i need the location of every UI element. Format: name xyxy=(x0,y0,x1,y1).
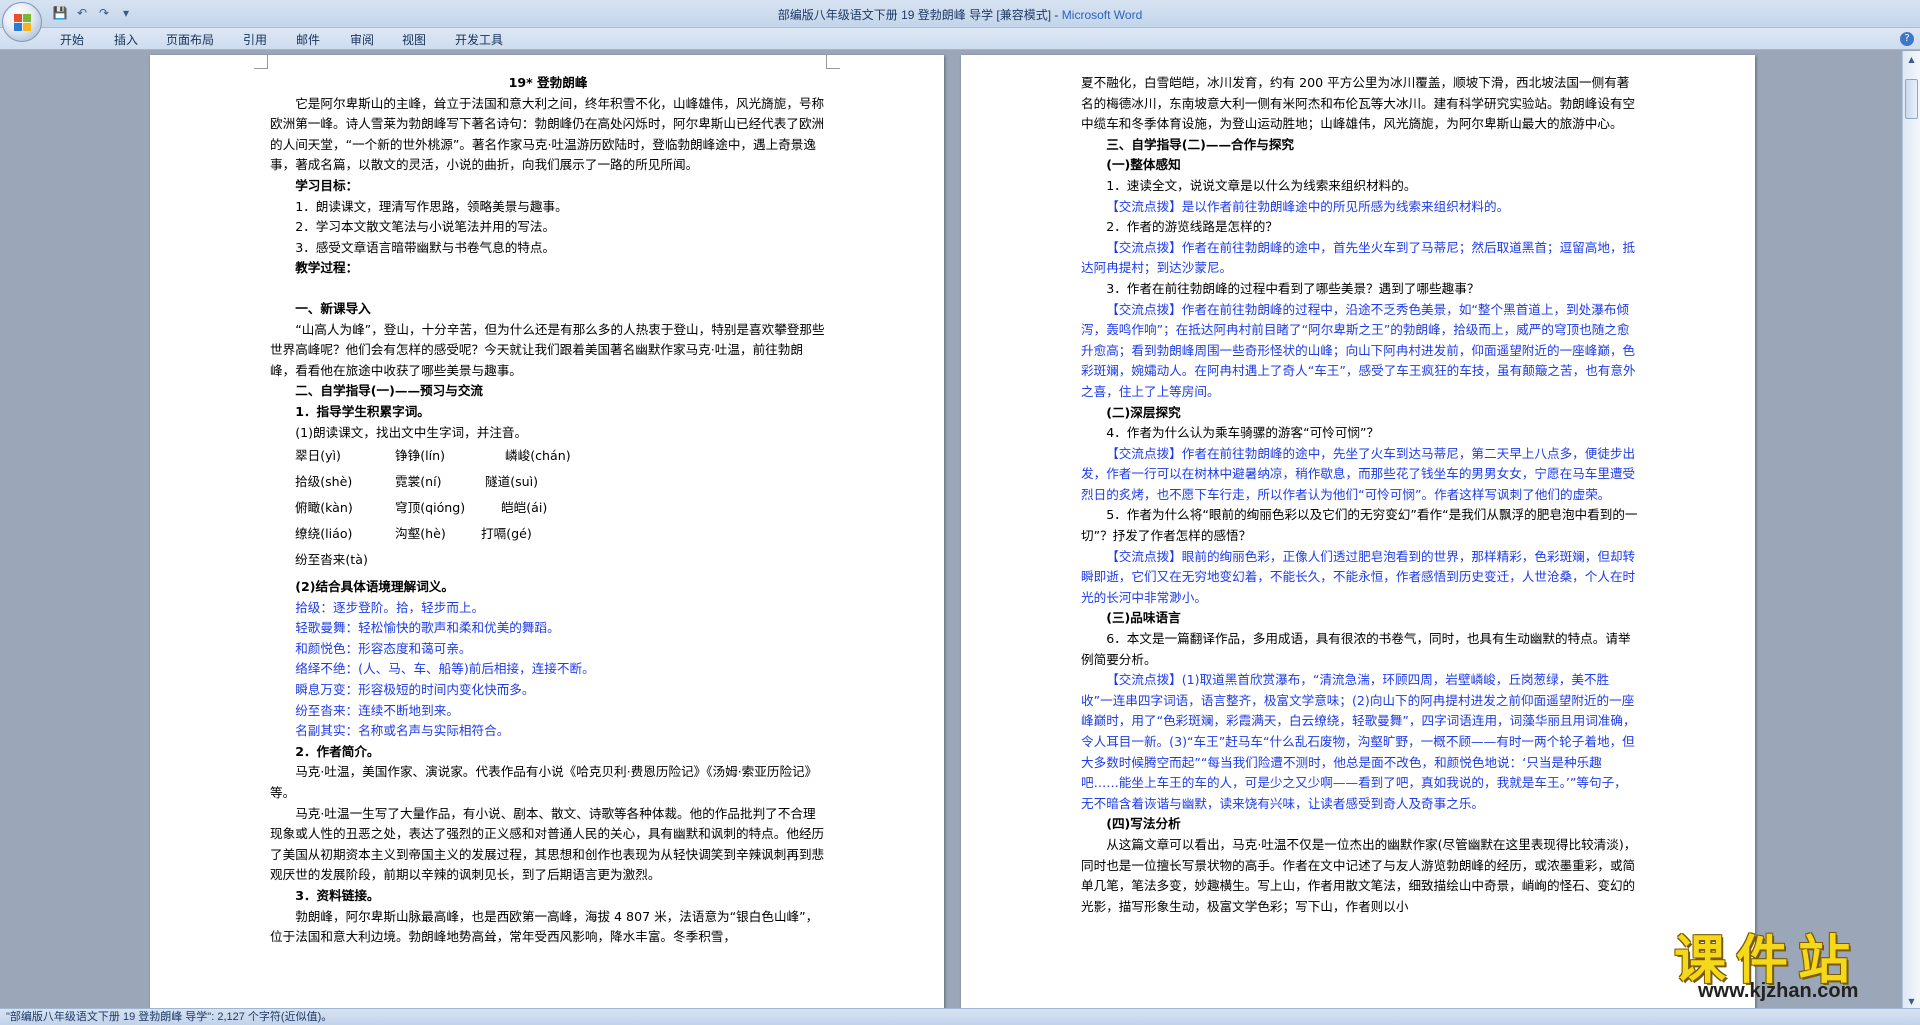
tab-developer[interactable]: 开发工具 xyxy=(455,31,503,48)
page-left[interactable]: 19* 登勃朗峰 它是阿尔卑斯山的主峰，耸立于法国和意大利之间，终年积雪不化，山… xyxy=(150,55,944,1011)
goal-item: 2．学习本文散文笔法与小说笔法并用的写法。 xyxy=(295,219,556,235)
pinyin-word: 皑皑(ái) xyxy=(501,500,548,516)
question: 5．作者为什么将“眼前的绚丽色彩以及它们的无穷变幻”看作“是我们从飘浮的肥皂泡中… xyxy=(1081,507,1638,544)
question: 6．本文是一篇翻译作品，多用成语，具有很浓的书卷气，同时，也具有生动幽默的特点。… xyxy=(1081,631,1631,667)
page-content: 夏不融化，白雪皑皑，冰川发育，约有 200 平方公里为冰川覆盖，顺坡下滑，西北坡… xyxy=(1081,73,1638,917)
pinyin-row: 纷至沓来(tà) xyxy=(270,547,826,573)
scrollbar-thumb[interactable] xyxy=(1905,79,1918,119)
author-paragraph: 马克·吐温一生写了大量作品，有小说、剧本、散文、诗歌等各种体裁。他的作品批判了不… xyxy=(270,805,825,883)
tab-view[interactable]: 视图 xyxy=(402,31,426,48)
pinyin-row: 缭绕(liáo) 沟壑(hè) 打嗝(gé) xyxy=(270,521,826,547)
pinyin-word: 沟壑(hè) xyxy=(395,526,446,542)
pinyin-word: 隧道(suì) xyxy=(485,474,539,490)
subsection-intro: (1)朗读课文，找出文中生字词，并注音。 xyxy=(295,424,528,440)
intro-paragraph: 它是阿尔卑斯山的主峰，耸立于法国和意大利之间，终年积雪不化，山峰雄伟，风光旖旎，… xyxy=(270,95,825,173)
part-heading: (四)写法分析 xyxy=(1106,816,1181,832)
pinyin-row: 拾级(shè) 霓裳(ní) 隧道(suì) xyxy=(270,469,826,495)
answer: 【交流点拨】(1)取道黑首欣赏瀑布，“清流急湍，环顾四周，岩壁嶙峻，丘岗葱绿，美… xyxy=(1081,672,1636,811)
lesson-title: 19* 登勃朗峰 xyxy=(508,75,588,90)
subsection-heading: (2)结合具体语境理解词义。 xyxy=(295,579,454,595)
process-heading: 教学过程： xyxy=(295,260,359,276)
tab-references[interactable]: 引用 xyxy=(243,31,267,48)
office-logo-icon xyxy=(14,14,32,32)
question: 3．作者在前往勃朗峰的过程中看到了哪些美景？遇到了哪些趣事？ xyxy=(1106,280,1480,296)
part-heading: (三)品味语言 xyxy=(1106,610,1181,626)
scroll-up-icon[interactable]: ▲ xyxy=(1905,53,1918,67)
answer: 【交流点拨】作者在前往勃朗峰的途中，先坐了火车到达马蒂尼，第二天早上八点多，便徒… xyxy=(1081,445,1636,502)
crop-mark xyxy=(826,55,840,69)
tab-page-layout[interactable]: 页面布局 xyxy=(166,31,214,48)
watermark-url: www.kjzhan.com xyxy=(1698,980,1859,1002)
part-heading: (二)深层探究 xyxy=(1106,404,1181,420)
word-count-status[interactable]: "部编版八年级语文下册 19 登勃朗峰 导学": 2,127 个字符(近似值)。 xyxy=(6,1011,332,1023)
tab-mailings[interactable]: 邮件 xyxy=(296,31,320,48)
subsection-heading: 2．作者简介。 xyxy=(295,743,380,759)
office-button[interactable] xyxy=(2,2,42,42)
author-paragraph: 马克·吐温，美国作家、演说家。代表作品有小说《哈克贝利·费恩历险记》《汤姆·索亚… xyxy=(270,764,818,801)
subsection-heading: 1．指导学生积累字词。 xyxy=(295,403,430,419)
title-bar: 💾 ↶ ↷ ▾ 部编版八年级语文下册 19 登勃朗峰 导学 [兼容模式] - M… xyxy=(0,0,1920,28)
pinyin-word: 纷至沓来(tà) xyxy=(295,552,368,568)
vocab-item: 络绎不绝：(人、马、车、船等)前后相接，连接不断。 xyxy=(295,661,595,677)
pinyin-word: 铮铮(lín) xyxy=(395,448,445,464)
question: 4．作者为什么认为乘车骑骡的游客“可怜可悯”？ xyxy=(1106,425,1380,441)
pinyin-word: 打嗝(gé) xyxy=(481,526,532,542)
vocab-item: 瞬息万变：形容极短的时间内变化快而多。 xyxy=(295,682,535,698)
continued-paragraph: 夏不融化，白雪皑皑，冰川发育，约有 200 平方公里为冰川覆盖，顺坡下滑，西北坡… xyxy=(1081,75,1636,132)
app-name: Microsoft Word xyxy=(1061,8,1143,22)
answer: 【交流点拨】作者在前往勃朗峰的途中，首先坐火车到了马蒂尼；然后取道黑首；逗留高地… xyxy=(1081,239,1636,276)
ribbon-tab-bar: 开始 插入 页面布局 引用 邮件 审阅 视图 开发工具 ? xyxy=(0,28,1920,50)
question: 1．速读全文，说说文章是以什么为线索来组织材料的。 xyxy=(1106,177,1417,193)
status-bar: "部编版八年级语文下册 19 登勃朗峰 导学": 2,127 个字符(近似值)。 xyxy=(0,1008,1920,1025)
tab-home[interactable]: 开始 xyxy=(60,31,84,48)
vocab-item: 轻歌曼舞：轻松愉快的歌声和柔和优美的舞蹈。 xyxy=(295,620,560,636)
document-title: 部编版八年级语文下册 19 登勃朗峰 导学 [兼容模式] - xyxy=(777,8,1062,22)
watermark-logo: 课件站 www.kjzhan.com xyxy=(1670,918,1920,1008)
page-right[interactable]: 夏不融化，白雪皑皑，冰川发育，约有 200 平方公里为冰川覆盖，顺坡下滑，西北坡… xyxy=(961,55,1755,1011)
vocab-item: 拾级：逐步登阶。拾，轻步而上。 xyxy=(295,599,485,615)
tab-review[interactable]: 审阅 xyxy=(350,31,374,48)
question: 2．作者的游览线路是怎样的？ xyxy=(1106,219,1278,235)
info-paragraph: 勃朗峰，阿尔卑斯山脉最高峰，也是西欧第一高峰，海拔 4 807 米，法语意为“银… xyxy=(270,908,819,945)
page-content: 19* 登勃朗峰 它是阿尔卑斯山的主峰，耸立于法国和意大利之间，终年积雪不化，山… xyxy=(270,73,826,948)
tab-insert[interactable]: 插入 xyxy=(114,31,138,48)
section-paragraph: “山高人为峰”，登山，十分辛苦，但为什么还是有那么多的人热衷于登山，特别是喜欢攀… xyxy=(270,321,825,378)
section-heading: 三、自学指导(二)——合作与探究 xyxy=(1106,136,1295,152)
subsection-heading: 3．资料链接。 xyxy=(295,888,380,903)
section-heading: 一、新课导入 xyxy=(295,300,371,316)
pinyin-row: 翠日(yì) 铮铮(lín) 嶙峻(chán) xyxy=(270,443,826,469)
pinyin-row: 俯瞰(kàn) 穹顶(qióng) 皑皑(ái) xyxy=(270,495,826,521)
pinyin-word: 俯瞰(kàn) xyxy=(295,500,353,516)
answer: 【交流点拨】是以作者前往勃朗峰途中的所见所感为线索来组织材料的。 xyxy=(1106,198,1510,214)
part-heading: (一)整体感知 xyxy=(1106,157,1181,173)
goal-item: 3．感受文章语言暗带幽默与书卷气息的特点。 xyxy=(295,239,556,255)
vocab-item: 和颜悦色：形容态度和蔼可亲。 xyxy=(295,640,472,656)
help-icon[interactable]: ? xyxy=(1900,32,1914,46)
goals-heading: 学习目标： xyxy=(295,177,359,193)
pinyin-word: 穹顶(qióng) xyxy=(395,500,466,516)
pinyin-word: 嶙峻(chán) xyxy=(505,448,571,464)
crop-mark xyxy=(254,55,268,69)
vocab-item: 名副其实：名称或名声与实际相符合。 xyxy=(295,723,510,739)
pinyin-word: 缭绕(liáo) xyxy=(295,526,353,542)
section-heading: 二、自学指导(一)——预习与交流 xyxy=(295,383,484,399)
answer: 【交流点拨】作者在前往勃朗峰的过程中，沿途不乏秀色美景，如“整个黑首道上，到处瀑… xyxy=(1081,301,1636,399)
writing-paragraph: 从这篇文章可以看出，马克·吐温不仅是一位杰出的幽默作家(尽管幽默在这里表现得比较… xyxy=(1081,836,1637,914)
vocab-item: 纷至沓来：连续不断地到来。 xyxy=(295,702,459,718)
goal-item: 1．朗读课文，理清写作思路，领略美景与趣事。 xyxy=(295,198,568,214)
window-title: 部编版八年级语文下册 19 登勃朗峰 导学 [兼容模式] - Microsoft… xyxy=(0,6,1920,23)
pinyin-word: 霓裳(ní) xyxy=(395,474,442,490)
document-workspace: 19* 登勃朗峰 它是阿尔卑斯山的主峰，耸立于法国和意大利之间，终年积雪不化，山… xyxy=(0,51,1902,1011)
answer: 【交流点拨】眼前的绚丽色彩，正像人们透过肥皂泡看到的世界，那样精彩，色彩斑斓，但… xyxy=(1081,548,1636,605)
pinyin-word: 翠日(yì) xyxy=(295,448,341,464)
pinyin-word: 拾级(shè) xyxy=(295,474,353,490)
vertical-scrollbar[interactable]: ▲ ▼ xyxy=(1902,51,1920,1011)
